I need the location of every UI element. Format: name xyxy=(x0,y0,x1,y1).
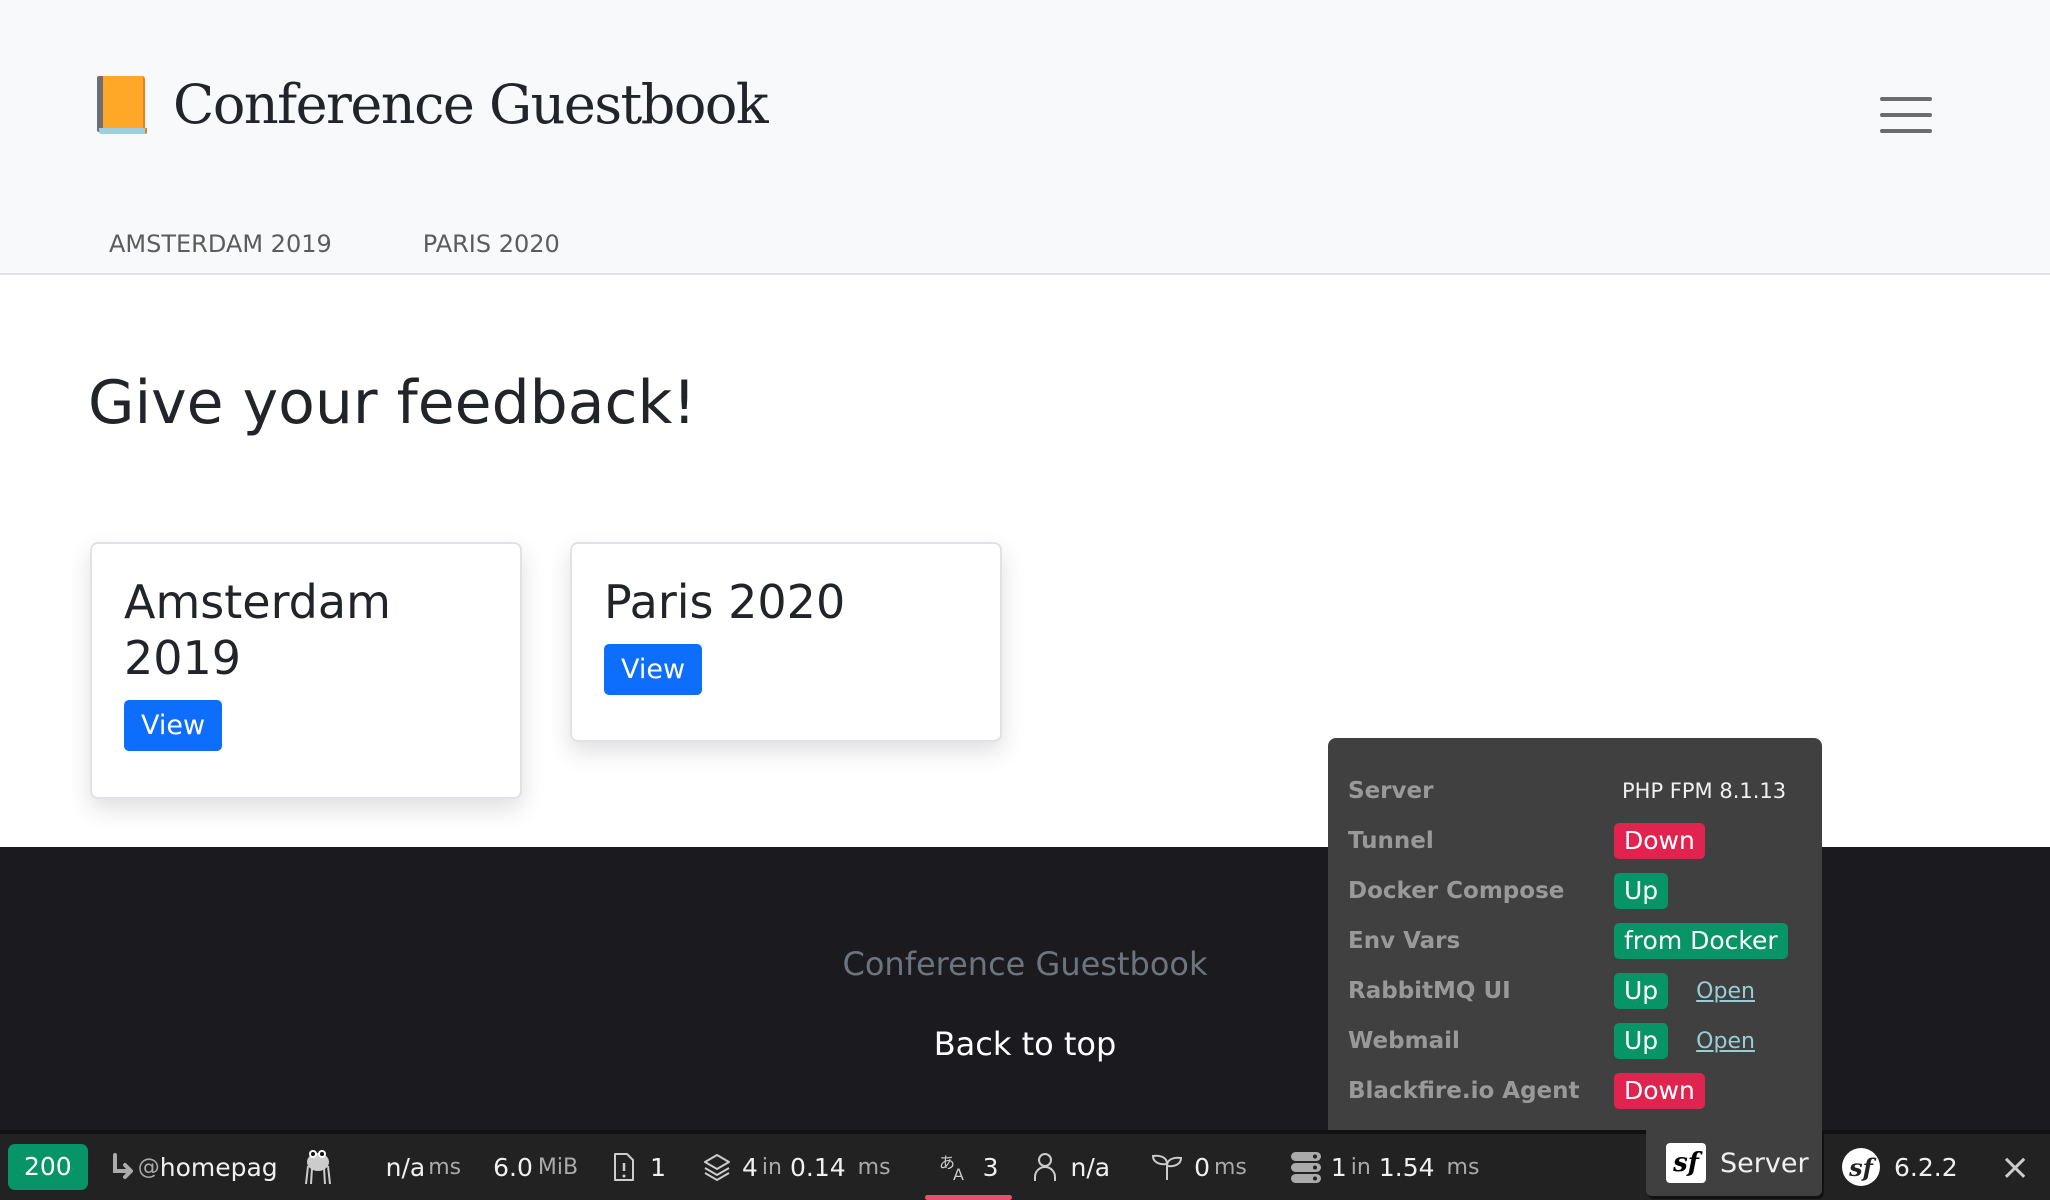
cache-in: in xyxy=(761,1154,782,1180)
logs-count: 1 xyxy=(650,1152,667,1182)
nav-link-paris-2020[interactable]: PARIS 2020 xyxy=(403,226,580,262)
conference-nav: AMSTERDAM 2019 PARIS 2020 xyxy=(90,226,631,262)
nav-link-amsterdam-2019[interactable]: AMSTERDAM 2019 xyxy=(90,226,352,262)
status-badge: Up xyxy=(1614,873,1669,909)
toolbar-server-tab[interactable]: sf Server xyxy=(1646,1130,1822,1196)
toolbar-symfony-version[interactable]: sf 6.2.2 xyxy=(1842,1134,1958,1200)
panel-row-env-vars: Env Vars from Docker xyxy=(1348,916,1802,966)
hamburger-menu-icon[interactable] xyxy=(1880,95,1932,135)
conference-card-paris: Paris 2020 View xyxy=(570,542,1002,742)
twig-unit: ms xyxy=(1213,1154,1247,1180)
spider-ghost-icon xyxy=(304,1150,331,1185)
card-title-line1: Amsterdam xyxy=(124,575,391,629)
redirect-arrow-icon xyxy=(112,1153,133,1179)
toolbar-time[interactable]: n/a ms xyxy=(386,1134,462,1200)
status-code-badge: 200 xyxy=(8,1144,88,1190)
toolbar-memory[interactable]: 6.0 MiB xyxy=(493,1134,578,1200)
open-webmail-link[interactable]: Open xyxy=(1696,1029,1755,1054)
database-icon xyxy=(1290,1152,1321,1183)
log-file-alert-icon xyxy=(614,1153,635,1181)
panel-row-blackfire-agent: Blackfire.io Agent Down xyxy=(1348,1066,1802,1116)
status-badge: Up xyxy=(1614,1023,1669,1059)
toolbar-logs[interactable]: 1 xyxy=(612,1134,666,1200)
toolbar-twig[interactable]: 0 ms xyxy=(1150,1134,1247,1200)
open-rabbitmq-link[interactable]: Open xyxy=(1696,979,1755,1004)
time-unit: ms xyxy=(428,1154,462,1180)
row-label: RabbitMQ UI xyxy=(1348,978,1511,1004)
panel-row-server: Server PHP FPM 8.1.13 xyxy=(1348,766,1802,816)
page-title: Give your feedback! xyxy=(88,368,697,438)
time-value: n/a xyxy=(385,1152,426,1182)
cache-layers-icon xyxy=(704,1154,731,1182)
row-value: PHP FPM 8.1.13 xyxy=(1622,779,1787,803)
toolbar-security-user[interactable]: n/a xyxy=(1032,1134,1110,1200)
panel-row-webmail: Webmail Up Open xyxy=(1348,1016,1802,1066)
route-name: homepag xyxy=(159,1152,278,1182)
symfony-version: 6.2.2 xyxy=(1894,1152,1958,1182)
twig-time: 0 xyxy=(1194,1152,1210,1182)
user-icon xyxy=(1034,1153,1057,1181)
panel-row-rabbitmq-ui: RabbitMQ UI Up Open xyxy=(1348,966,1802,1016)
panel-row-tunnel: Tunnel Down xyxy=(1348,816,1802,866)
server-info-panel: Server PHP FPM 8.1.13 Tunnel Down Docker… xyxy=(1328,738,1822,1130)
card-title-line2: 2019 xyxy=(124,631,242,685)
toolbar-request-status[interactable]: 200 xyxy=(0,1134,88,1200)
close-icon: × xyxy=(2000,1146,2031,1188)
card-title: Paris 2020 xyxy=(604,575,846,629)
db-count: 1 xyxy=(1330,1152,1347,1182)
translation-icon: あA xyxy=(939,1153,964,1182)
svg-text:A: A xyxy=(953,1165,964,1182)
memory-value: 6.0 xyxy=(493,1152,533,1182)
db-unit: ms xyxy=(1446,1154,1480,1180)
status-badge: Up xyxy=(1614,973,1669,1009)
row-label: Env Vars xyxy=(1348,928,1461,954)
toolbar-cache[interactable]: 4 in 0.14 ms xyxy=(702,1134,891,1200)
status-badge: from Docker xyxy=(1614,923,1788,959)
symfony-server-icon: sf xyxy=(1666,1143,1706,1183)
book-icon xyxy=(95,72,151,136)
cache-time: 0.14 xyxy=(789,1152,846,1182)
status-badge: Down xyxy=(1614,823,1705,859)
brand-link[interactable]: Conference Guestbook xyxy=(95,72,769,136)
server-label: Server xyxy=(1720,1147,1809,1179)
toolbar-ghost[interactable] xyxy=(300,1134,336,1200)
db-in: in xyxy=(1350,1154,1371,1180)
view-button[interactable]: View xyxy=(604,644,703,695)
panel-row-docker-compose: Docker Compose Up xyxy=(1348,866,1802,916)
toolbar-database[interactable]: 1 in 1.54 ms xyxy=(1289,1134,1480,1200)
active-indicator xyxy=(924,1195,1013,1200)
page: Conference Guestbook AMSTERDAM 2019 PARI… xyxy=(0,0,2050,1200)
route-prefix: @ xyxy=(137,1154,160,1180)
conference-card-amsterdam: Amsterdam 2019 View xyxy=(90,542,522,799)
translation-count: 3 xyxy=(982,1152,999,1182)
cache-unit: ms xyxy=(857,1154,891,1180)
row-label: Server xyxy=(1348,778,1434,804)
memory-unit: MiB xyxy=(537,1154,579,1180)
user-value: n/a xyxy=(1070,1152,1111,1182)
toolbar-close-button[interactable]: × xyxy=(2000,1134,2030,1200)
symfony-logo-icon: sf xyxy=(1842,1148,1880,1186)
card-title: Amsterdam 2019 xyxy=(124,574,488,686)
status-badge: Down xyxy=(1614,1073,1705,1109)
twig-sprout-icon xyxy=(1152,1154,1183,1180)
row-label: Docker Compose xyxy=(1348,878,1565,904)
row-label: Blackfire.io Agent xyxy=(1348,1078,1580,1104)
toolbar-route[interactable]: @ homepag xyxy=(110,1134,278,1200)
row-label: Webmail xyxy=(1348,1028,1460,1054)
toolbar-translation[interactable]: あA 3 xyxy=(924,1134,1013,1200)
cache-count: 4 xyxy=(742,1152,758,1182)
site-header: Conference Guestbook AMSTERDAM 2019 PARI… xyxy=(0,0,2050,275)
row-label: Tunnel xyxy=(1348,828,1434,854)
brand-title: Conference Guestbook xyxy=(173,72,769,136)
view-button[interactable]: View xyxy=(124,700,223,751)
db-time: 1.54 xyxy=(1378,1152,1435,1182)
